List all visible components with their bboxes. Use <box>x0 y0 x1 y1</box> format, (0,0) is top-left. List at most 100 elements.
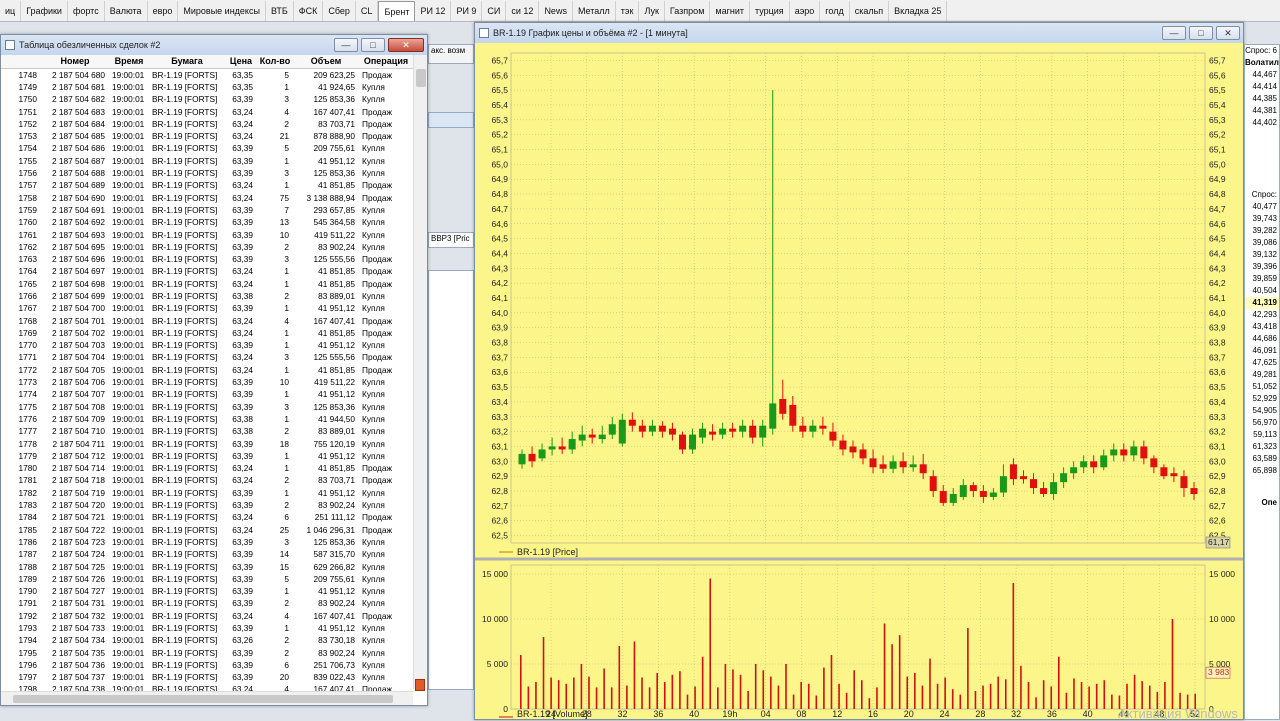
table-row[interactable]: 1749 2 187 504 681 19:00:01 BR-1.19 [FORTS]… <box>1 81 413 93</box>
table-row[interactable]: 1787 2 187 504 724 19:00:01 BR-1.19 [FORTS]… <box>1 548 413 560</box>
table-row[interactable]: 1765 2 187 504 698 19:00:01 BR-1.19 [FORTS]… <box>1 278 413 290</box>
table-row[interactable]: 1769 2 187 504 702 19:00:01 BR-1.19 [FORTS]… <box>1 327 413 339</box>
column-header[interactable]: Время <box>109 55 149 69</box>
tab-1[interactable]: Графики <box>21 0 68 21</box>
column-header[interactable]: Кол-во <box>257 55 293 69</box>
table-row[interactable]: 1777 2 187 504 710 19:00:01 BR-1.19 [FORTS]… <box>1 425 413 437</box>
table-row[interactable]: 1761 2 187 504 693 19:00:01 BR-1.19 [FORTS]… <box>1 228 413 240</box>
column-header[interactable]: Цена <box>225 55 257 69</box>
table-row[interactable]: 1772 2 187 504 705 19:00:01 BR-1.19 [FORTS]… <box>1 364 413 376</box>
table-row[interactable]: 1762 2 187 504 695 19:00:01 BR-1.19 [FORTS]… <box>1 241 413 253</box>
close-button[interactable]: ✕ <box>388 38 424 52</box>
tab-21[interactable]: турция <box>750 0 790 21</box>
tab-23[interactable]: голд <box>820 0 850 21</box>
minimize-button[interactable]: — <box>334 38 358 52</box>
tab-16[interactable]: Металл <box>573 0 616 21</box>
table-row[interactable]: 1754 2 187 504 686 19:00:01 BR-1.19 [FORTS]… <box>1 142 413 154</box>
table-cell: 2 187 504 723 <box>51 536 105 547</box>
tab-19[interactable]: Газпром <box>665 0 711 21</box>
close-button[interactable]: ✕ <box>1216 26 1240 40</box>
price-volume-chart[interactable]: 62,5 62,562,6 62,662,7 62,762,8 62,862,9 62,9… <box>475 43 1243 719</box>
table-row[interactable]: 1786 2 187 504 723 19:00:01 BR-1.19 [FORTS]… <box>1 536 413 548</box>
column-header[interactable]: Номер <box>41 55 109 69</box>
table-row[interactable]: 1756 2 187 504 688 19:00:01 BR-1.19 [FORTS]… <box>1 167 413 179</box>
table-row[interactable]: 1764 2 187 504 697 19:00:01 BR-1.19 [FORTS]… <box>1 265 413 277</box>
table-row[interactable]: 1767 2 187 504 700 19:00:01 BR-1.19 [FORTS]… <box>1 302 413 314</box>
tab-0[interactable]: иц <box>0 0 22 21</box>
table-row[interactable]: 1766 2 187 504 699 19:00:01 BR-1.19 [FORTS]… <box>1 290 413 302</box>
tab-13[interactable]: СИ <box>482 0 507 21</box>
table-row[interactable]: 1752 2 187 504 684 19:00:01 BR-1.19 [FORTS]… <box>1 118 413 130</box>
tab-22[interactable]: аэро <box>790 0 821 21</box>
minimize-button[interactable]: — <box>1162 26 1186 40</box>
trades-table-body[interactable]: 1748 2 187 504 680 19:00:01 BR-1.19 [FORTS]… <box>1 69 427 701</box>
table-row[interactable]: 1791 2 187 504 731 19:00:01 BR-1.19 [FORTS]… <box>1 597 413 609</box>
tab-9[interactable]: CL <box>356 0 379 21</box>
maximize-button[interactable]: □ <box>361 38 385 52</box>
table-row[interactable]: 1773 2 187 504 706 19:00:01 BR-1.19 [FORTS]… <box>1 376 413 388</box>
tab-10[interactable]: Брент <box>378 0 416 21</box>
table-row[interactable]: 1750 2 187 504 682 19:00:01 BR-1.19 [FORTS]… <box>1 93 413 105</box>
table-row[interactable]: 1796 2 187 504 736 19:00:01 BR-1.19 [FORTS]… <box>1 659 413 671</box>
table-row[interactable]: 1783 2 187 504 720 19:00:01 BR-1.19 [FORTS]… <box>1 499 413 511</box>
resize-grip[interactable] <box>415 679 425 691</box>
table-row[interactable]: 1795 2 187 504 735 19:00:01 BR-1.19 [FORTS]… <box>1 646 413 658</box>
table-row[interactable]: 1763 2 187 504 696 19:00:01 BR-1.19 [FORTS]… <box>1 253 413 265</box>
column-header[interactable] <box>1 55 41 69</box>
tab-25[interactable]: Вкладка 25 <box>889 0 948 21</box>
table-row[interactable]: 1782 2 187 504 719 19:00:01 BR-1.19 [FORTS]… <box>1 487 413 499</box>
tab-4[interactable]: евро <box>148 0 179 21</box>
table-row[interactable]: 1779 2 187 504 712 19:00:01 BR-1.19 [FORTS]… <box>1 450 413 462</box>
tab-11[interactable]: РИ 12 <box>415 0 452 21</box>
table-row[interactable]: 1793 2 187 504 733 19:00:01 BR-1.19 [FORTS]… <box>1 622 413 634</box>
tab-14[interactable]: си 12 <box>506 0 540 21</box>
table-row[interactable]: 1797 2 187 504 737 19:00:01 BR-1.19 [FORTS]… <box>1 671 413 683</box>
column-header[interactable]: Объем <box>293 55 359 69</box>
tab-12[interactable]: РИ 9 <box>451 0 483 21</box>
table-row[interactable]: 1789 2 187 504 726 19:00:01 BR-1.19 [FORTS]… <box>1 573 413 585</box>
tab-24[interactable]: скальп <box>850 0 890 21</box>
table-row[interactable]: 1768 2 187 504 701 19:00:01 BR-1.19 [FORTS]… <box>1 314 413 326</box>
tab-20[interactable]: магнит <box>710 0 750 21</box>
tab-6[interactable]: ВТБ <box>266 0 294 21</box>
trades-titlebar[interactable]: Таблица обезличенных сделок #2 — □ ✕ <box>1 35 427 55</box>
tab-8[interactable]: Сбер <box>323 0 356 21</box>
scroll-thumb[interactable] <box>13 695 393 703</box>
scroll-thumb[interactable] <box>416 69 426 87</box>
tab-18[interactable]: Лук <box>639 0 665 21</box>
table-row[interactable]: 1794 2 187 504 734 19:00:01 BR-1.19 [FORTS]… <box>1 634 413 646</box>
table-row[interactable]: 1785 2 187 504 722 19:00:01 BR-1.19 [FORTS]… <box>1 523 413 535</box>
table-row[interactable]: 1760 2 187 504 692 19:00:01 BR-1.19 [FORTS]… <box>1 216 413 228</box>
table-row[interactable]: 1758 2 187 504 690 19:00:01 BR-1.19 [FORTS]… <box>1 191 413 203</box>
tab-17[interactable]: тэк <box>616 0 640 21</box>
table-row[interactable]: 1780 2 187 504 714 19:00:01 BR-1.19 [FORTS]… <box>1 462 413 474</box>
table-row[interactable]: 1759 2 187 504 691 19:00:01 BR-1.19 [FORTS]… <box>1 204 413 216</box>
vertical-scrollbar[interactable] <box>413 55 427 689</box>
tab-15[interactable]: News <box>539 0 573 21</box>
tab-3[interactable]: Валюта <box>105 0 148 21</box>
table-row[interactable]: 1771 2 187 504 704 19:00:01 BR-1.19 [FORTS]… <box>1 351 413 363</box>
horizontal-scrollbar[interactable] <box>1 691 413 705</box>
maximize-button[interactable]: □ <box>1189 26 1213 40</box>
table-row[interactable]: 1753 2 187 504 685 19:00:01 BR-1.19 [FORTS]… <box>1 130 413 142</box>
column-header[interactable]: Бумага <box>149 55 225 69</box>
table-row[interactable]: 1778 2 187 504 711 19:00:01 BR-1.19 [FORTS]… <box>1 437 413 449</box>
table-row[interactable]: 1748 2 187 504 680 19:00:01 BR-1.19 [FORTS]… <box>1 69 413 81</box>
table-row[interactable]: 1781 2 187 504 718 19:00:01 BR-1.19 [FORTS]… <box>1 474 413 486</box>
table-row[interactable]: 1792 2 187 504 732 19:00:01 BR-1.19 [FORTS]… <box>1 610 413 622</box>
table-row[interactable]: 1757 2 187 504 689 19:00:01 BR-1.19 [FORTS]… <box>1 179 413 191</box>
table-row[interactable]: 1790 2 187 504 727 19:00:01 BR-1.19 [FORTS]… <box>1 585 413 597</box>
table-row[interactable]: 1776 2 187 504 709 19:00:01 BR-1.19 [FORTS]… <box>1 413 413 425</box>
table-row[interactable]: 1788 2 187 504 725 19:00:01 BR-1.19 [FORTS]… <box>1 560 413 572</box>
tab-7[interactable]: ФСК <box>294 0 324 21</box>
tab-2[interactable]: фортс <box>68 0 105 21</box>
table-row[interactable]: 1784 2 187 504 721 19:00:01 BR-1.19 [FORTS]… <box>1 511 413 523</box>
chart-titlebar[interactable]: BR-1.19 График цены и объёма #2 - [1 мин… <box>475 23 1243 43</box>
table-row[interactable]: 1775 2 187 504 708 19:00:01 BR-1.19 [FORTS]… <box>1 401 413 413</box>
table-row[interactable]: 1751 2 187 504 683 19:00:01 BR-1.19 [FORTS]… <box>1 105 413 117</box>
table-row[interactable]: 1774 2 187 504 707 19:00:01 BR-1.19 [FORTS]… <box>1 388 413 400</box>
table-row[interactable]: 1755 2 187 504 687 19:00:01 BR-1.19 [FORTS]… <box>1 155 413 167</box>
tab-5[interactable]: Мировые индексы <box>178 0 266 21</box>
column-header[interactable]: Операция <box>359 55 413 69</box>
table-row[interactable]: 1770 2 187 504 703 19:00:01 BR-1.19 [FORTS]… <box>1 339 413 351</box>
